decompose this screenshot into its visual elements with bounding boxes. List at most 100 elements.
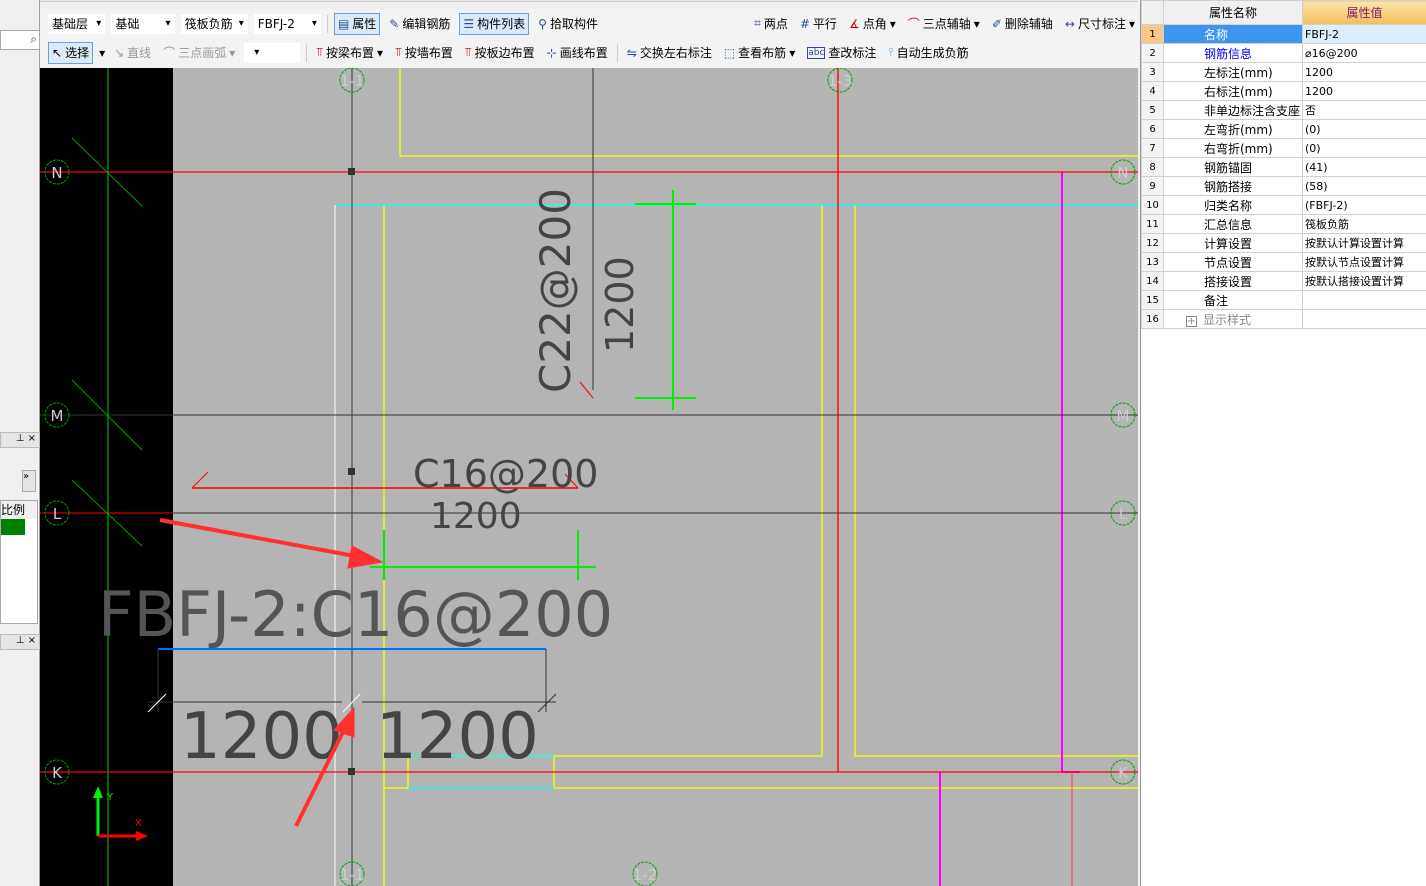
arc-icon: ⌒ [163, 46, 176, 60]
expand-icon[interactable]: + [1186, 315, 1197, 327]
arc-option-select[interactable] [244, 42, 301, 63]
axis-label: 1-1 [340, 866, 365, 884]
property-value[interactable] [1302, 290, 1426, 310]
label: 两点 [763, 17, 788, 31]
edit-label-button[interactable]: abc 查改标注 [804, 42, 879, 64]
axis-label: 1-2 [633, 866, 658, 884]
property-row[interactable]: 5 非单边标注含支座否 [1141, 100, 1426, 120]
property-row[interactable]: 12 计算设置 按默认计算设置计算 [1141, 233, 1426, 253]
property-name: 钢筋锚固 [1162, 157, 1304, 177]
view-rebar-button[interactable]: ⬚ 查看布筋 ▾ [721, 42, 798, 64]
property-value[interactable]: FBFJ-2 [1302, 24, 1426, 44]
pipette-icon: ⚲ [538, 16, 547, 31]
property-name: 非单边标注含支座 [1162, 100, 1304, 120]
edit-rebar-button[interactable]: ✎ 编辑钢筋 [386, 13, 453, 35]
draw-line-button[interactable]: ⊹ 画线布置 [544, 42, 611, 64]
point-angle-button[interactable]: ∡ 点角 ▾ [846, 13, 899, 35]
component-list-button[interactable]: ☰ 构件列表 [459, 12, 530, 35]
property-row[interactable]: 16 + 显示样式 [1141, 309, 1426, 329]
label: 属性 [352, 17, 377, 31]
property-row[interactable]: 6 左弯折(mm) (0) [1141, 119, 1426, 139]
close-icon[interactable]: × [28, 433, 36, 444]
pin-icon[interactable]: ⊥ [16, 433, 25, 444]
three-point-axis-button[interactable]: ⌒ 三点辅轴 ▾ [905, 13, 983, 35]
property-value[interactable]: 1200 [1302, 62, 1426, 82]
two-point-axis-icon: ⌗ [754, 16, 761, 30]
label: 拾取构件 [549, 17, 598, 31]
property-row[interactable]: 4 右标注(mm) 1200 [1141, 81, 1426, 101]
expand-button[interactable]: » [22, 470, 36, 492]
axis-label: M [51, 407, 64, 425]
close-icon[interactable]: × [28, 635, 36, 646]
property-name-text: 左弯折(mm) [1204, 122, 1273, 137]
label: 交换左右标注 [639, 46, 712, 60]
property-row[interactable]: 1 名称 FBFJ-2 [1141, 24, 1426, 44]
property-row[interactable]: 3 左标注(mm) 1200 [1141, 62, 1426, 82]
property-name: 右弯折(mm) [1162, 138, 1304, 158]
property-value[interactable] [1302, 309, 1426, 329]
left-search-input[interactable]: ⌕ [0, 30, 40, 50]
property-name: 节点设置 [1162, 252, 1304, 272]
axis-label: 1-1 [340, 72, 365, 90]
left-dimension: 1200 [180, 700, 343, 774]
property-row[interactable]: 14 搭接设置 按默认搭接设置计算 [1141, 271, 1426, 291]
property-name-text: 汇总信息 [1204, 217, 1253, 232]
two-point-button[interactable]: ⌗ 两点 [751, 13, 791, 35]
swap-labels-button[interactable]: ⇋ 交换左右标注 [624, 42, 715, 64]
property-value[interactable]: (0) [1302, 138, 1426, 158]
divider [326, 14, 328, 33]
delete-axis-button[interactable]: ✐ 删除辅轴 [989, 13, 1056, 35]
property-row[interactable]: 8 钢筋锚固 (41) [1141, 157, 1426, 177]
by-wall-button[interactable]: ⫪ 按墙布置 [392, 42, 456, 64]
property-value[interactable]: 1200 [1302, 81, 1426, 101]
arc-button[interactable]: ⌒ 三点画弧 ▾ [160, 42, 238, 64]
property-row[interactable]: 7 右弯折(mm) (0) [1141, 138, 1426, 158]
type-select[interactable]: 基础 [111, 13, 175, 34]
property-row[interactable]: 13 节点设置 按默认节点设置计算 [1141, 252, 1426, 272]
scale-swatch [1, 519, 25, 535]
search-icon[interactable]: ⌕ [30, 32, 37, 47]
property-row[interactable]: 11 汇总信息 筏板负筋 [1141, 214, 1426, 234]
property-value[interactable]: (58) [1302, 176, 1426, 196]
property-value[interactable]: ⌀16@200 [1302, 43, 1426, 63]
divider [306, 43, 308, 62]
property-value[interactable]: 否 [1302, 100, 1426, 120]
property-value[interactable]: (FBFJ-2) [1302, 195, 1426, 215]
auto-generate-button[interactable]: ⫯ 自动生成负筋 [885, 42, 971, 64]
select-button[interactable]: ↖ 选择 [48, 41, 94, 64]
property-name-text: 钢筋信息 [1204, 46, 1253, 61]
row-number: 13 [1141, 252, 1164, 272]
property-name: 钢筋信息 [1162, 43, 1304, 63]
by-beam-button[interactable]: ⫪ 按梁布置 ▾ [313, 42, 386, 64]
category-select[interactable]: 筏板负筋 [180, 13, 248, 34]
property-row[interactable]: 2 钢筋信息 ⌀16@200 [1141, 43, 1426, 63]
property-row[interactable]: 9 钢筋搭接 (58) [1141, 176, 1426, 196]
properties-button[interactable]: ▤ 属性 [333, 12, 381, 35]
label: 平行 [812, 17, 837, 31]
component-select[interactable]: FBFJ-2 [253, 13, 321, 34]
pick-component-button[interactable]: ⚲ 拾取构件 [535, 13, 601, 35]
parallel-button[interactable]: # 平行 [797, 13, 840, 35]
line-button[interactable]: ↘ 直线 [111, 42, 154, 64]
property-value[interactable]: 按默认计算设置计算 [1302, 233, 1426, 253]
property-value[interactable]: 筏板负筋 [1302, 214, 1426, 234]
drawing-canvas[interactable]: N N M M L L K K 1-1 1-3 1-1 1-2 C22@200 1200 C16@20… [40, 68, 1138, 886]
row-number: 8 [1141, 157, 1164, 177]
property-name: 备注 [1162, 290, 1304, 310]
header-value: 属性值 [1302, 0, 1426, 25]
floor-select[interactable]: 基础层 [48, 13, 106, 34]
property-row[interactable]: 10 归类名称 (FBFJ-2) [1141, 195, 1426, 215]
property-value[interactable]: 按默认节点设置计算 [1302, 252, 1426, 272]
label: 删除辅轴 [1004, 17, 1053, 31]
label: 查改标注 [828, 46, 877, 60]
dimension-button[interactable]: ↔ 尺寸标注 ▾ [1062, 13, 1138, 35]
rebar-big-label: FBFJ-2:C16@200 [98, 578, 613, 651]
pin-icon[interactable]: ⊥ [16, 635, 25, 646]
row-number: 10 [1141, 195, 1164, 215]
property-value[interactable]: 按默认搭接设置计算 [1302, 271, 1426, 291]
property-row[interactable]: 15 备注 [1141, 290, 1426, 310]
by-slab-edge-button[interactable]: ⫪ 按板边布置 [462, 42, 538, 64]
property-value[interactable]: (0) [1302, 119, 1426, 139]
property-name: + 显示样式 [1162, 309, 1304, 329]
property-value[interactable]: (41) [1302, 157, 1426, 177]
